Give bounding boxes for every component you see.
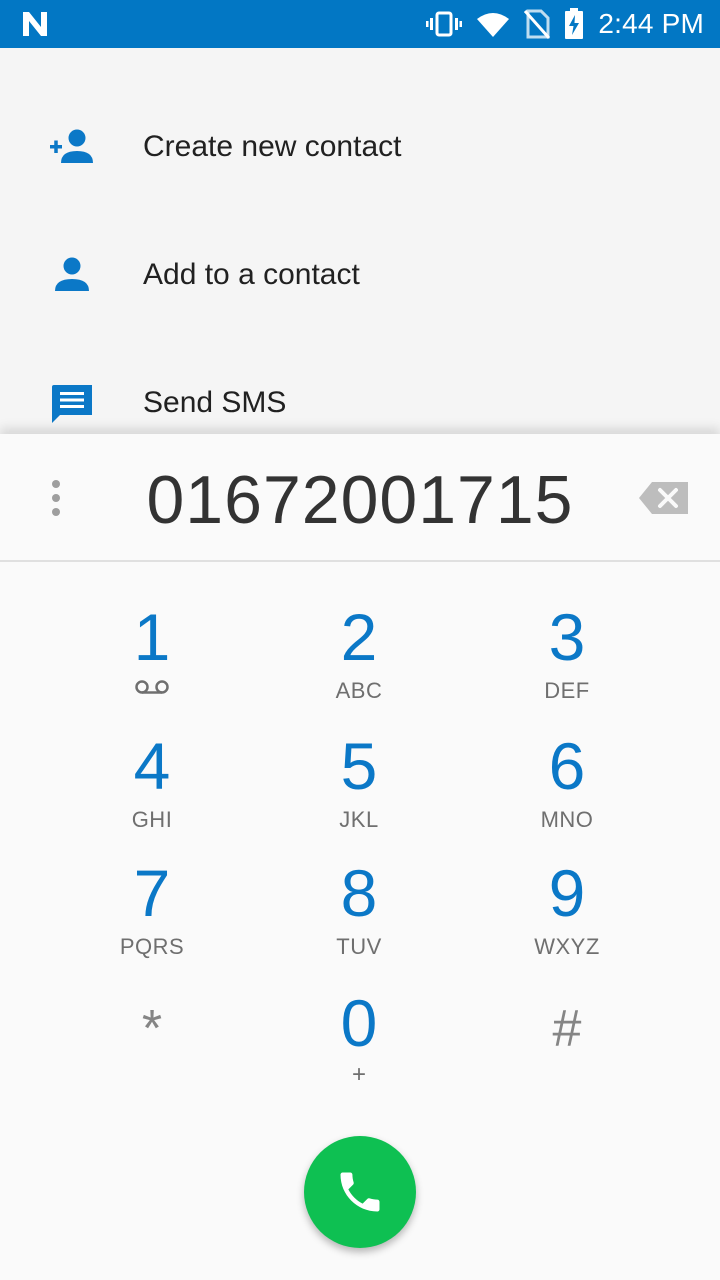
key-letters: TUV bbox=[336, 934, 382, 959]
battery-charging-icon bbox=[565, 8, 584, 39]
key-digit: 0 bbox=[340, 986, 378, 1060]
dial-key-star[interactable]: * bbox=[52, 996, 252, 1124]
dial-key-hash[interactable]: # bbox=[467, 996, 667, 1124]
dial-key-5[interactable]: 5 JKL bbox=[259, 733, 459, 861]
dialed-number-row: 01672001715 bbox=[0, 434, 720, 562]
number-actions-list: Create new contact Add to a contact Send… bbox=[0, 48, 720, 434]
dial-key-8[interactable]: 8 TUV bbox=[259, 860, 459, 988]
dialpad-panel: 01672001715 1 2 ABC 3 DEF 4 GHI 5 JKL 6 … bbox=[0, 434, 720, 1280]
key-letters: ABC bbox=[335, 678, 383, 703]
more-options-icon[interactable] bbox=[40, 478, 72, 518]
n-notification-icon bbox=[23, 12, 47, 36]
dial-key-1[interactable]: 1 bbox=[52, 604, 252, 732]
key-letters: DEF bbox=[544, 678, 590, 703]
backspace-icon[interactable] bbox=[638, 480, 690, 516]
key-digit: 2 bbox=[340, 600, 378, 674]
dial-key-3[interactable]: 3 DEF bbox=[467, 604, 667, 732]
key-letters: WXYZ bbox=[534, 934, 600, 959]
status-bar: 2:44 PM bbox=[0, 0, 720, 48]
voicemail-icon bbox=[135, 680, 169, 694]
phone-icon bbox=[340, 1172, 380, 1212]
create-new-contact-label: Create new contact bbox=[143, 130, 402, 163]
create-new-contact-item[interactable]: Create new contact bbox=[0, 83, 720, 211]
key-digit: 8 bbox=[340, 856, 378, 930]
person-add-icon bbox=[50, 129, 93, 163]
key-digit: 5 bbox=[340, 729, 378, 803]
dial-key-0[interactable]: 0 + bbox=[259, 990, 459, 1118]
send-sms-label: Send SMS bbox=[143, 386, 287, 419]
dial-key-9[interactable]: 9 WXYZ bbox=[467, 860, 667, 988]
dial-key-2[interactable]: 2 ABC bbox=[259, 604, 459, 732]
add-to-contact-label: Add to a contact bbox=[143, 258, 360, 291]
key-letters: + bbox=[351, 1061, 366, 1088]
key-digit: 4 bbox=[133, 729, 171, 803]
dialed-number[interactable]: 01672001715 bbox=[90, 434, 630, 562]
key-symbol: # bbox=[552, 1000, 582, 1058]
send-sms-item[interactable]: Send SMS bbox=[0, 339, 720, 434]
dial-key-4[interactable]: 4 GHI bbox=[52, 733, 252, 861]
vibrate-icon bbox=[426, 11, 463, 37]
message-icon bbox=[52, 385, 92, 423]
key-letters: JKL bbox=[339, 807, 379, 832]
key-digit: 7 bbox=[133, 856, 171, 930]
dial-key-7[interactable]: 7 PQRS bbox=[52, 860, 252, 988]
key-symbol: * bbox=[141, 1000, 163, 1058]
dial-key-6[interactable]: 6 MNO bbox=[467, 733, 667, 861]
key-digit: 1 bbox=[133, 600, 171, 674]
add-to-contact-item[interactable]: Add to a contact bbox=[0, 211, 720, 339]
key-letters: GHI bbox=[131, 807, 173, 832]
key-letters: MNO bbox=[540, 807, 594, 832]
no-sim-icon bbox=[524, 9, 551, 39]
status-time: 2:44 PM bbox=[598, 8, 704, 39]
key-digit: 3 bbox=[548, 600, 586, 674]
key-letters: PQRS bbox=[119, 934, 185, 959]
key-digit: 6 bbox=[548, 729, 586, 803]
call-button[interactable] bbox=[304, 1136, 416, 1248]
person-icon bbox=[55, 257, 89, 291]
wifi-icon bbox=[477, 13, 510, 37]
key-digit: 9 bbox=[548, 856, 586, 930]
